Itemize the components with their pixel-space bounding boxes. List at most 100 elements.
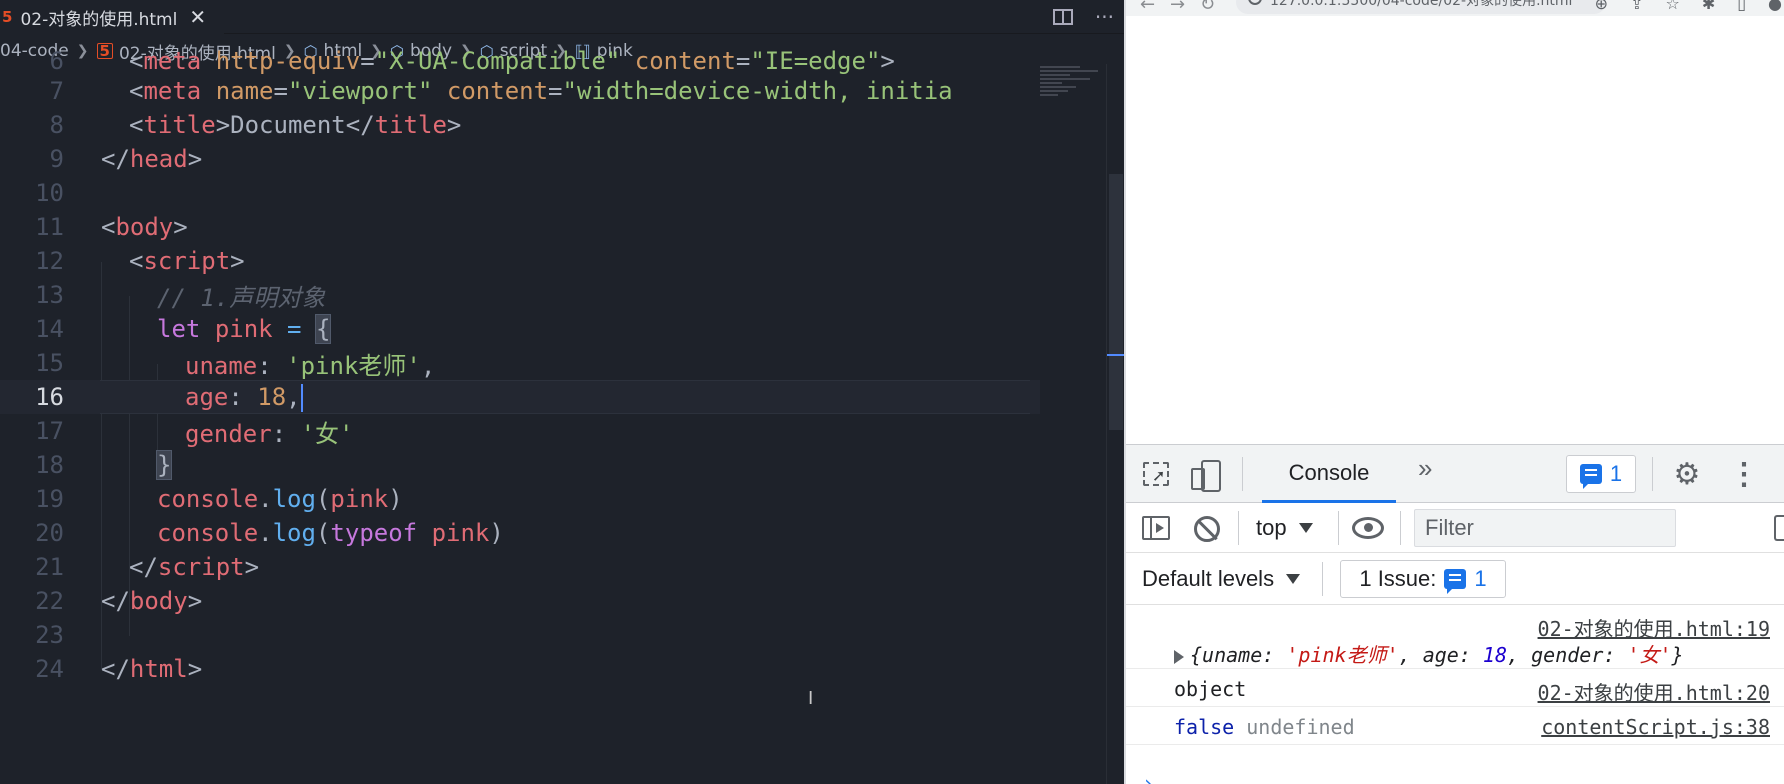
code-line: 6 <meta http-equiv="X-UA-Compatible" con… bbox=[0, 44, 1040, 78]
line-number: 21 bbox=[35, 553, 64, 581]
code-line: 15 uname: 'pink老师', bbox=[0, 346, 1040, 380]
context-value: top bbox=[1256, 515, 1287, 540]
code-line: 14 let pink = { bbox=[0, 312, 1040, 346]
settings-gear-icon[interactable]: ⚙ bbox=[1668, 455, 1706, 493]
issues-button[interactable]: 1 Issue: 1 bbox=[1340, 560, 1506, 598]
line-number: 6 bbox=[49, 47, 64, 75]
address-bar[interactable]: 127.0.0.1:5500/04-code/02-对象的使用.html bbox=[1236, 0, 1606, 14]
expand-triangle-icon[interactable] bbox=[1174, 649, 1184, 664]
log-levels-dropdown[interactable]: Default levels bbox=[1142, 561, 1301, 597]
line-number: 24 bbox=[35, 655, 64, 683]
code-line: 20 console.log(typeof pink) bbox=[0, 516, 1040, 550]
source-link[interactable]: contentScript.js:38 bbox=[1541, 715, 1770, 739]
browser-actions: ⊕ ⇪ ☆ ✱ ▯ ● bbox=[1595, 0, 1782, 13]
code-line-current: 16 age: 18, bbox=[0, 380, 1040, 414]
source-link[interactable]: 02-对象的使用.html:20 bbox=[1538, 677, 1770, 706]
code-line: 21 </script> bbox=[0, 550, 1040, 584]
html5-icon: 5 bbox=[2, 8, 13, 26]
editor-tab-active[interactable]: 5 02-对象的使用.html ✕ bbox=[0, 0, 224, 34]
console-filter-input[interactable] bbox=[1414, 509, 1676, 547]
issues-count: 1 bbox=[1609, 461, 1623, 486]
line-number: 18 bbox=[35, 451, 64, 479]
reload-icon[interactable]: ↻ bbox=[1200, 0, 1215, 15]
code-line: 23 bbox=[0, 618, 1040, 652]
code-line: 18 } bbox=[0, 448, 1040, 482]
code-line: 24 </html> bbox=[0, 652, 1040, 686]
page-viewport bbox=[1126, 16, 1784, 444]
zoom-icon[interactable]: ⊕ bbox=[1595, 0, 1608, 13]
mouse-ibeam-icon: I bbox=[808, 688, 814, 709]
code-editor[interactable]: 5 02-对象的使用.html ✕ ··· 04-code ❯ 5 02-对象的… bbox=[0, 0, 1124, 784]
console-message-row: object 02-对象的使用.html:20 bbox=[1126, 669, 1784, 707]
close-icon[interactable]: ✕ bbox=[189, 5, 206, 29]
tab-label: 02-对象的使用.html bbox=[20, 9, 178, 30]
code-line: 22 </body> bbox=[0, 584, 1040, 618]
more-actions-icon[interactable]: ··· bbox=[1095, 5, 1114, 29]
line-number: 19 bbox=[35, 485, 64, 513]
console-toolbar: top bbox=[1126, 503, 1784, 553]
browser-toolbar: ← → ↻ 127.0.0.1:5500/04-code/02-对象的使用.ht… bbox=[1126, 0, 1784, 16]
vertical-scrollbar[interactable] bbox=[1106, 64, 1124, 784]
code-line: 19 console.log(pink) bbox=[0, 482, 1040, 516]
devtools-panel: Console » 1 ⚙ ⋮ top bbox=[1126, 444, 1784, 784]
context-selector[interactable]: top bbox=[1256, 511, 1313, 545]
show-sidebar-icon[interactable] bbox=[1142, 516, 1170, 540]
scrollbar-thumb[interactable] bbox=[1109, 174, 1123, 430]
divider bbox=[1242, 457, 1243, 491]
code-line: 8 <title>Document</title> bbox=[0, 108, 1040, 142]
line-number: 7 bbox=[49, 77, 64, 105]
code-line: 7 <meta name="viewport" content="width=d… bbox=[0, 74, 1040, 108]
log-message: false undefined bbox=[1174, 715, 1355, 739]
device-toolbar-icon[interactable] bbox=[1188, 458, 1221, 492]
devtools-tab-bar: Console » 1 ⚙ ⋮ bbox=[1126, 445, 1784, 503]
profile-icon[interactable]: ● bbox=[1768, 0, 1782, 13]
more-options-icon[interactable]: ⋮ bbox=[1729, 455, 1759, 493]
line-number: 8 bbox=[49, 111, 64, 139]
divider bbox=[1652, 457, 1653, 491]
console-message-row: 02-对象的使用.html:19 {uname: 'pink老师', age: … bbox=[1126, 605, 1784, 669]
line-number: 22 bbox=[35, 587, 64, 615]
line-number: 9 bbox=[49, 145, 64, 173]
source-link[interactable]: 02-对象的使用.html:19 bbox=[1538, 613, 1770, 642]
divider bbox=[1400, 511, 1401, 545]
code-area[interactable]: 6 <meta http-equiv="X-UA-Compatible" con… bbox=[0, 47, 1040, 784]
back-icon[interactable]: ← bbox=[1140, 0, 1155, 15]
code-line: 17 gender: '女' bbox=[0, 414, 1040, 448]
clear-console-icon[interactable] bbox=[1194, 516, 1220, 542]
line-number: 14 bbox=[35, 315, 64, 343]
line-number: 12 bbox=[35, 247, 64, 275]
console-prompt-icon[interactable]: › bbox=[1142, 771, 1154, 784]
toolbar-overflow-icon[interactable] bbox=[1774, 515, 1784, 541]
more-tabs-icon[interactable]: » bbox=[1418, 453, 1432, 484]
issues-counter-button[interactable]: 1 bbox=[1566, 455, 1636, 493]
line-number: 10 bbox=[35, 179, 64, 207]
issues-button-count: 1 bbox=[1474, 566, 1487, 591]
object-preview[interactable]: {uname: 'pink老师', age: 18, gender: '女'} bbox=[1174, 639, 1684, 668]
code-line: 12 <script> bbox=[0, 244, 1040, 278]
line-number: 13 bbox=[35, 281, 64, 309]
site-info-icon[interactable] bbox=[1248, 0, 1262, 5]
star-icon[interactable]: ☆ bbox=[1665, 0, 1679, 13]
split-editor-icon[interactable] bbox=[1052, 9, 1073, 25]
tab-console[interactable]: Console bbox=[1262, 445, 1396, 503]
line-number: 20 bbox=[35, 519, 64, 547]
line-number: 11 bbox=[35, 213, 64, 241]
divider bbox=[1322, 562, 1323, 596]
code-line: 9 </head> bbox=[0, 142, 1040, 176]
forward-icon[interactable]: → bbox=[1170, 0, 1185, 15]
console-message-row: false undefined contentScript.js:38 bbox=[1126, 707, 1784, 745]
text-cursor bbox=[300, 383, 303, 412]
chevron-down-icon bbox=[1286, 574, 1301, 584]
share-icon[interactable]: ⇪ bbox=[1630, 0, 1643, 13]
divider bbox=[1238, 511, 1239, 545]
sidepanel-icon[interactable]: ▯ bbox=[1737, 0, 1746, 13]
browser-window: ← → ↻ 127.0.0.1:5500/04-code/02-对象的使用.ht… bbox=[1124, 0, 1784, 784]
inspect-element-icon[interactable] bbox=[1140, 458, 1172, 490]
cursor-marker bbox=[1107, 354, 1124, 356]
extensions-icon[interactable]: ✱ bbox=[1702, 0, 1715, 13]
console-toolbar-secondary: Default levels 1 Issue: 1 bbox=[1126, 553, 1784, 605]
console-messages: 02-对象的使用.html:19 {uname: 'pink老师', age: … bbox=[1126, 605, 1784, 784]
live-expression-eye-icon[interactable] bbox=[1352, 517, 1384, 539]
divider bbox=[1338, 511, 1339, 545]
minimap[interactable] bbox=[1040, 64, 1106, 124]
